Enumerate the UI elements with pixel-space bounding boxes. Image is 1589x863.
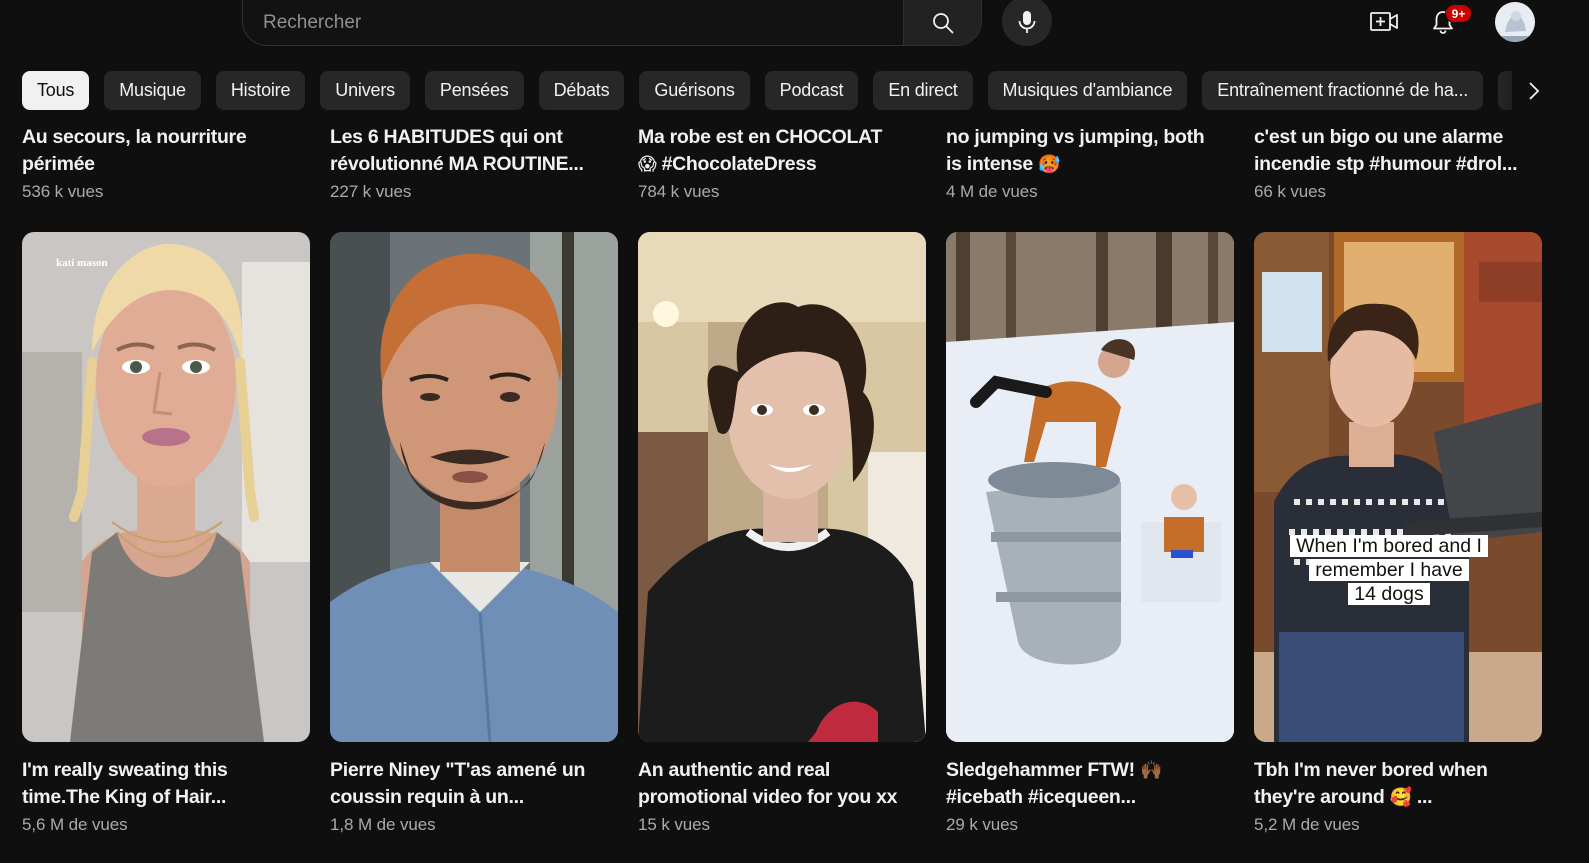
chip-guerisons[interactable]: Guérisons <box>639 71 750 110</box>
video-card[interactable]: Tbh I'm never bored when they're around 🥰… <box>1254 757 1542 835</box>
view-count: 1,8 M de vues <box>330 815 436 834</box>
thumbnail-image-woman-braids <box>22 232 310 742</box>
chip-podcast[interactable]: Podcast <box>764 71 859 110</box>
search-icon <box>932 12 953 33</box>
view-count: 5,2 M de vues <box>1254 815 1360 834</box>
view-count: 5,6 M de vues <box>22 815 128 834</box>
thumbnail-image-curly-hair-woman <box>638 232 926 742</box>
microphone-icon <box>1018 11 1036 33</box>
notification-count-badge: 9+ <box>1445 4 1472 23</box>
hot-face-emoji: 🥵 <box>1038 154 1061 175</box>
view-count: 784 k vues <box>638 182 720 201</box>
avatar-image <box>1495 2 1535 42</box>
video-card[interactable]: no jumping vs jumping, both is intense 🥵 … <box>946 124 1234 202</box>
avatar[interactable] <box>1495 2 1535 42</box>
video-title[interactable]: Pierre Niney "T'as amené un coussin requi… <box>330 757 618 811</box>
video-title[interactable]: Les 6 HABITUDES qui ont révolutionné MA R… <box>330 124 618 178</box>
video-card[interactable]: Ma robe est en CHOCOLAT 😱 #ChocolateDress… <box>638 124 926 202</box>
video-thumbnail[interactable]: When I'm bored and Iremember I have 14 do… <box>1254 232 1542 742</box>
voice-search-button[interactable] <box>1002 0 1052 46</box>
thumbnail-image-man-with-laptop <box>1254 232 1542 742</box>
video-card[interactable]: Au secours, la nourriture périmée 536 k v… <box>22 124 310 202</box>
screaming-face-emoji: 😱 <box>638 154 657 175</box>
chips-next-button[interactable] <box>1512 71 1556 111</box>
watermark: kati mason <box>56 257 108 269</box>
view-count: 66 k vues <box>1254 182 1326 201</box>
video-card[interactable]: Sledgehammer FTW! 🙌🏾 #icebath #icequeen..… <box>946 757 1234 835</box>
chip-histoire[interactable]: Histoire <box>215 71 306 110</box>
video-title[interactable]: I'm really sweating this time.The King of… <box>22 757 310 811</box>
category-chips: Tous Musique Histoire Univers Pensées Dé… <box>22 71 1522 111</box>
video-title[interactable]: c'est un bigo ou une alarme incendie stp … <box>1254 124 1542 178</box>
top-bar: 9+ <box>0 0 1589 56</box>
search-box <box>242 0 982 46</box>
video-thumbnail[interactable] <box>638 232 926 742</box>
thumbnail-image-man-blue-shirt <box>330 232 618 742</box>
video-thumbnail[interactable] <box>946 232 1234 742</box>
view-count: 227 k vues <box>330 182 412 201</box>
chevron-right-icon <box>1529 82 1540 100</box>
chip-musiques-ambiance[interactable]: Musiques d'ambiance <box>987 71 1188 110</box>
view-count: 15 k vues <box>638 815 710 834</box>
video-thumbnail[interactable]: kati mason <box>22 232 310 742</box>
view-count: 29 k vues <box>946 815 1018 834</box>
raised-hands-emoji: 🙌🏾 <box>1139 760 1163 781</box>
chip-musique[interactable]: Musique <box>104 71 201 110</box>
video-card[interactable]: c'est un bigo ou une alarme incendie stp … <box>1254 124 1542 202</box>
video-title[interactable]: Ma robe est en CHOCOLAT 😱 #ChocolateDress <box>638 124 926 178</box>
notifications-button[interactable]: 9+ <box>1421 0 1472 44</box>
video-title[interactable]: no jumping vs jumping, both is intense 🥵 <box>946 124 1234 178</box>
thumbnail-caption: When I'm bored and Iremember I have 14 do… <box>1284 534 1494 606</box>
video-card[interactable]: An authentic and real promotional video f… <box>638 757 926 835</box>
chip-univers[interactable]: Univers <box>320 71 410 110</box>
view-count: 4 M de vues <box>946 182 1038 201</box>
chip-en-direct[interactable]: En direct <box>873 71 973 110</box>
video-card[interactable]: I'm really sweating this time.The King of… <box>22 757 310 835</box>
create-video-icon <box>1370 12 1398 31</box>
view-count: 536 k vues <box>22 182 104 201</box>
video-title[interactable]: An authentic and real promotional video f… <box>638 757 926 811</box>
video-title[interactable]: Tbh I'm never bored when they're around 🥰… <box>1254 757 1542 811</box>
create-button[interactable] <box>1362 0 1406 44</box>
video-title[interactable]: Au secours, la nourriture périmée <box>22 124 310 178</box>
search-input[interactable] <box>243 0 903 45</box>
video-card[interactable]: Les 6 HABITUDES qui ont révolutionné MA R… <box>330 124 618 202</box>
smiling-face-hearts-emoji: 🥰 <box>1389 787 1412 808</box>
chip-tous[interactable]: Tous <box>22 71 90 110</box>
video-thumbnail[interactable] <box>330 232 618 742</box>
thumbnail-image-snow-ice-bath <box>946 232 1234 742</box>
chip-pensees[interactable]: Pensées <box>424 71 524 110</box>
video-card[interactable]: Pierre Niney "T'as amené un coussin requi… <box>330 757 618 835</box>
search-button[interactable] <box>903 0 981 45</box>
chip-debats[interactable]: Débats <box>538 71 625 110</box>
video-title[interactable]: Sledgehammer FTW! 🙌🏾 #icebath #icequeen..… <box>946 757 1234 811</box>
chip-entrainement-fractionne[interactable]: Entraînement fractionné de ha... <box>1202 71 1484 110</box>
